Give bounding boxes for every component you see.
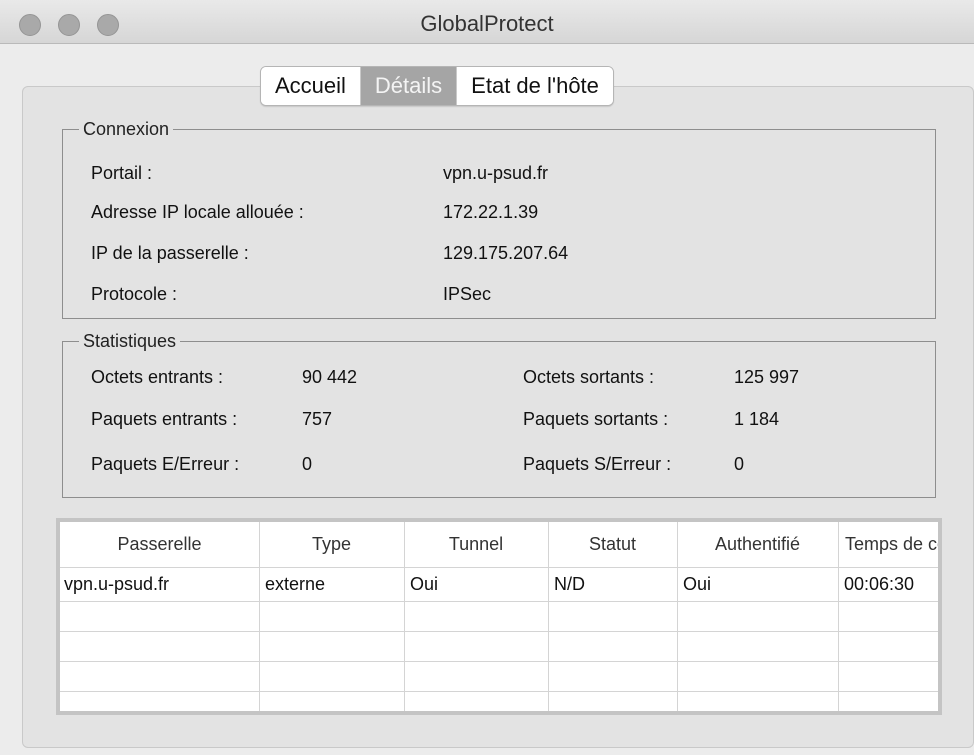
protocole-value: IPSec bbox=[443, 284, 492, 304]
header-temps[interactable]: Temps de connexion bbox=[845, 534, 938, 555]
paquets-e-erreur-label: Paquets E/Erreur : bbox=[91, 454, 240, 474]
window-title: GlobalProtect bbox=[420, 11, 554, 36]
octets-entrants-label: Octets entrants : bbox=[91, 367, 224, 387]
portail-label: Portail : bbox=[91, 163, 153, 183]
header-statut[interactable]: Statut bbox=[548, 534, 677, 555]
cell-temps: 00:06:30 bbox=[844, 574, 915, 594]
row-divider bbox=[60, 601, 938, 602]
header-passerelle[interactable]: Passerelle bbox=[60, 534, 259, 555]
tab-accueil[interactable]: Accueil bbox=[261, 67, 361, 105]
octets-sortants-label: Octets sortants : bbox=[523, 367, 655, 387]
paquets-entrants-value: 757 bbox=[302, 409, 333, 429]
cell-type: externe bbox=[265, 574, 326, 594]
connexion-legend: Connexion bbox=[83, 119, 170, 139]
paquets-s-erreur-label: Paquets S/Erreur : bbox=[523, 454, 672, 474]
ip-passerelle-value: 129.175.207.64 bbox=[443, 243, 569, 263]
row-divider bbox=[60, 631, 938, 632]
cell-authentifie: Oui bbox=[683, 574, 712, 594]
ip-locale-value: 172.22.1.39 bbox=[443, 202, 539, 222]
paquets-entrants-label: Paquets entrants : bbox=[91, 409, 238, 429]
ip-passerelle-label: IP de la passerelle : bbox=[91, 243, 249, 263]
title-bar: GlobalProtect bbox=[0, 0, 974, 44]
paquets-e-erreur-value: 0 bbox=[302, 454, 313, 474]
statistiques-legend: Statistiques bbox=[83, 331, 177, 351]
header-authentifie[interactable]: Authentifié bbox=[677, 534, 838, 555]
tab-etat-hote[interactable]: Etat de l'hôte bbox=[457, 67, 613, 105]
header-tunnel[interactable]: Tunnel bbox=[404, 534, 548, 555]
octets-sortants-value: 125 997 bbox=[734, 367, 800, 387]
row-divider bbox=[60, 691, 938, 692]
paquets-sortants-label: Paquets sortants : bbox=[523, 409, 669, 429]
paquets-s-erreur-value: 0 bbox=[734, 454, 745, 474]
header-divider bbox=[60, 567, 938, 568]
tab-details[interactable]: Détails bbox=[360, 67, 458, 105]
ip-locale-label: Adresse IP locale allouée : bbox=[91, 202, 304, 222]
cell-passerelle: vpn.u-psud.fr bbox=[64, 574, 170, 594]
cell-statut: N/D bbox=[554, 574, 585, 594]
octets-entrants-value: 90 442 bbox=[302, 367, 358, 387]
portail-value: vpn.u-psud.fr bbox=[443, 163, 549, 183]
header-type[interactable]: Type bbox=[259, 534, 404, 555]
row-divider bbox=[60, 661, 938, 662]
paquets-sortants-value: 1 184 bbox=[734, 409, 780, 429]
gateway-table[interactable]: Passerelle Type Tunnel Statut Authentifi… bbox=[56, 518, 942, 715]
cell-tunnel: Oui bbox=[410, 574, 439, 594]
tab-bar: Accueil Détails Etat de l'hôte bbox=[260, 66, 614, 106]
protocole-label: Protocole : bbox=[91, 284, 178, 304]
